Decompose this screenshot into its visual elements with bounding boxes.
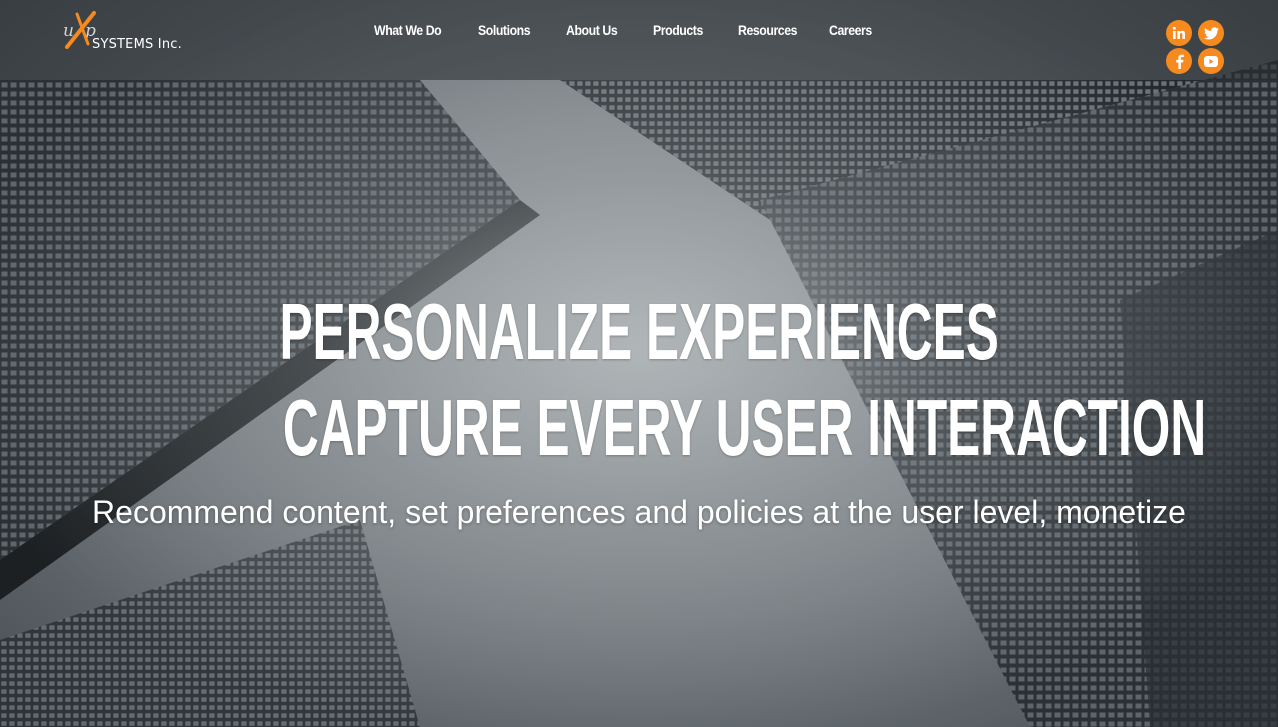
nav-products[interactable]: Products (653, 22, 703, 38)
hero-headline-line1-text: PERSONALIZE EXPERIENCES (279, 287, 999, 376)
company-logo[interactable]: u p SYSTEMS Inc. (62, 10, 192, 56)
twitter-glyph (1203, 26, 1219, 39)
nav-resources[interactable]: Resources (738, 22, 797, 38)
facebook-icon[interactable] (1166, 48, 1192, 74)
youtube-icon[interactable] (1198, 48, 1224, 74)
linkedin-glyph (1172, 26, 1185, 39)
hero-subheadline: Recommend content, set preferences and p… (92, 494, 1186, 530)
youtube-glyph (1204, 55, 1218, 67)
nav-careers[interactable]: Careers (829, 22, 872, 38)
company-name: SYSTEMS Inc. (92, 37, 182, 52)
linkedin-icon[interactable] (1166, 20, 1192, 46)
nav-solutions[interactable]: Solutions (478, 22, 531, 38)
hero-headline-line2-text: CAPTURE EVERY USER INTERACTION (282, 383, 1207, 472)
facebook-glyph (1175, 54, 1184, 69)
nav-what-we-do[interactable]: What We Do (374, 22, 442, 38)
hero-headline-line2: CAPTURE EVERY USER INTERACTION (0, 382, 1278, 474)
hero-headline-line1: PERSONALIZE EXPERIENCES (0, 286, 1278, 378)
twitter-icon[interactable] (1198, 20, 1224, 46)
nav-about-us[interactable]: About Us (566, 22, 618, 38)
